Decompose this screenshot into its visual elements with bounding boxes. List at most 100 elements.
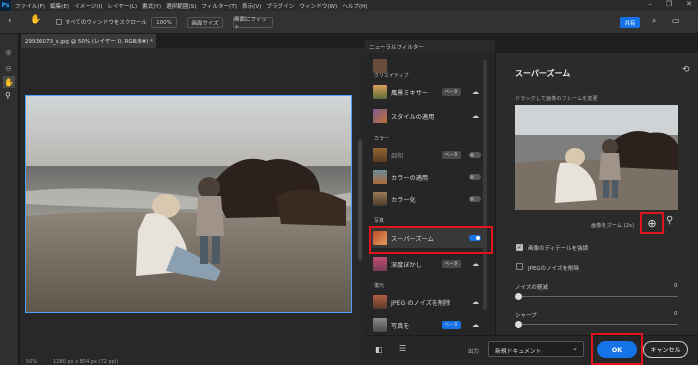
beta-badge: ベータ	[441, 260, 461, 268]
reset-icon[interactable]: ⟲	[682, 65, 690, 75]
options-bar: ‹ ✋ すべてのウィンドウをスクロール 100% 画面サイズ 画面にフィット 共…	[0, 11, 698, 34]
menu-plugins[interactable]: プラグイン	[266, 2, 294, 10]
neural-filters-tab[interactable]: ニューラルフィルター	[365, 40, 495, 53]
sharpen-value: 0	[674, 311, 678, 317]
minimize-icon[interactable]: –	[648, 0, 652, 8]
layers-icon[interactable]: ☰	[399, 344, 406, 353]
filter-item-color-transfer[interactable]: カラーの適用	[369, 167, 487, 187]
cloud-download-icon[interactable]: ☁	[472, 260, 479, 268]
filter-toggle[interactable]	[469, 174, 481, 180]
noise-slider-handle[interactable]	[515, 293, 522, 300]
hand-tool-icon[interactable]: ✋	[3, 76, 15, 88]
sharpen-slider-track[interactable]	[518, 324, 678, 325]
filter-label: スタイルの適用	[391, 113, 435, 121]
zoom-out-tool-icon[interactable]: ⊖	[5, 64, 12, 73]
zoom-100-button[interactable]: 100%	[151, 17, 177, 28]
filter-thumb	[373, 85, 387, 99]
cancel-button[interactable]: キャンセル	[643, 341, 688, 358]
canvas-scrollbar[interactable]	[358, 140, 362, 260]
sharpen-slider-handle[interactable]	[515, 321, 522, 328]
menu-help[interactable]: ヘルプ(H)	[342, 2, 367, 10]
filter-item-photo-restoration[interactable]: 写真を ベータ ☁	[369, 315, 487, 335]
menu-layer[interactable]: レイヤー(L)	[107, 2, 137, 10]
menu-file[interactable]: ファイル(F)	[15, 2, 45, 10]
neural-filters-footer: ◧ ☰ 出力 新規ドキュメント ⌄ OK キャンセル	[365, 333, 698, 365]
enhance-detail-checkbox[interactable]: ✓	[516, 244, 523, 251]
close-icon[interactable]: ✕	[686, 0, 692, 8]
category-restore: 復元	[374, 283, 385, 289]
menu-image[interactable]: イメージ(I)	[74, 2, 102, 10]
beta-badge: ベータ	[441, 151, 461, 159]
beach-photo	[26, 96, 351, 312]
filter-label: カラー化	[391, 196, 416, 204]
output-select[interactable]: 新規ドキュメント ⌄	[488, 341, 584, 357]
filter-item-style-transfer[interactable]: スタイルの適用 ☁	[369, 106, 487, 126]
neural-filters-title: ニューラルフィルター	[369, 44, 424, 51]
maximize-icon[interactable]: ❐	[666, 0, 672, 8]
highlight-super-zoom	[369, 226, 493, 254]
noise-slider-track[interactable]	[518, 296, 678, 297]
filter-item-harmonization[interactable]: 調和 ベータ	[369, 145, 487, 165]
preview-photo	[515, 105, 678, 210]
filter-label: JPEG のノイズを削除	[391, 299, 451, 307]
output-label: 出力	[468, 349, 480, 355]
hand-tool-icon[interactable]: ✋	[30, 15, 41, 25]
noise-value: 0	[674, 283, 678, 289]
menu-edit[interactable]: 編集(E)	[50, 2, 69, 10]
remove-jpeg-checkbox[interactable]	[516, 263, 523, 270]
noise-label: ノイズの軽減	[515, 285, 548, 291]
panel-title: スーパーズーム	[515, 69, 571, 78]
filter-toggle[interactable]	[469, 152, 481, 158]
filter-thumb	[373, 109, 387, 123]
fit-screen-button[interactable]: 画面サイズ	[187, 17, 223, 28]
menu-type[interactable]: 書式(Y)	[142, 2, 161, 10]
menu-view[interactable]: 表示(V)	[242, 2, 261, 10]
scroll-all-checkbox[interactable]	[56, 19, 62, 25]
filter-thumb	[373, 59, 387, 73]
status-zoom[interactable]: 50%	[26, 359, 37, 365]
share-button[interactable]: 共有	[620, 17, 640, 28]
filter-thumb	[373, 170, 387, 184]
menu-select[interactable]: 選択範囲(S)	[166, 2, 196, 10]
document-tab[interactable]: 29936073_s.jpg @ 50% (レイヤー 0, RGB/8#) *	[21, 34, 156, 48]
filter-label: カラーの適用	[391, 174, 429, 182]
document-tab-title: 29936073_s.jpg @ 50% (レイヤー 0, RGB/8#) *	[25, 39, 154, 45]
filter-settings-panel: スーパーズーム ⟲ ドラッグして画像のフレームを変更 画像をズーム (2x) ⊕…	[495, 53, 698, 335]
filter-item-depth-blur[interactable]: 深度ぼかし ベータ ☁	[369, 254, 487, 274]
filter-thumb	[373, 148, 387, 162]
remove-jpeg-label: JPEGのノイズを削除	[528, 266, 580, 272]
menu-window[interactable]: ウィンドウ(W)	[299, 2, 337, 10]
filter-list-scrollbar[interactable]	[483, 60, 487, 310]
menu-bar: Ps ファイル(F) 編集(E) イメージ(I) レイヤー(L) 書式(Y) 選…	[0, 0, 698, 11]
workspace-icon[interactable]: ▭	[672, 16, 680, 25]
menu-filter[interactable]: フィルター(T)	[201, 2, 237, 10]
filter-item-jpeg-artifacts[interactable]: JPEG のノイズを削除 ☁	[369, 292, 487, 312]
status-bar: 50% 1280 px x 854 px (72 ppi)	[20, 358, 365, 365]
filter-label: 調和	[391, 152, 404, 160]
filter-thumb	[373, 295, 387, 309]
sharpen-label: シャープ	[515, 313, 537, 319]
filter-label: 風景ミキサー	[391, 89, 429, 97]
back-icon[interactable]: ‹	[8, 16, 12, 26]
filter-toggle[interactable]	[469, 196, 481, 202]
fill-screen-button[interactable]: 画面にフィット	[233, 17, 273, 31]
search-icon[interactable]: ⌕	[652, 16, 656, 26]
filter-list-panel: クリエイティブ 風景ミキサー ベータ ☁ スタイルの適用 ☁ カラー 調和 ベー…	[365, 53, 495, 335]
cloud-download-icon[interactable]: ☁	[472, 298, 479, 306]
filter-thumb	[373, 257, 387, 271]
zoom-out-icon[interactable]: ⚲	[666, 215, 673, 226]
category-photo: 写真	[374, 218, 385, 224]
category-creative: クリエイティブ	[374, 73, 409, 79]
tools-panel: ⊕ ⊖ ✋ ⚲	[0, 34, 19, 365]
filter-item-colorize[interactable]: カラー化	[369, 189, 487, 209]
preview-toggle-icon[interactable]: ◧	[375, 345, 383, 354]
filter-thumb	[373, 192, 387, 206]
preview-image[interactable]	[515, 105, 678, 210]
document-image[interactable]	[25, 95, 352, 313]
cloud-download-icon[interactable]: ☁	[472, 321, 479, 329]
filter-item-landscape-mixer[interactable]: 風景ミキサー ベータ ☁	[369, 82, 487, 102]
cloud-download-icon[interactable]: ☁	[472, 88, 479, 96]
zoom-tool-icon[interactable]: ⚲	[5, 91, 11, 100]
cloud-download-icon[interactable]: ☁	[472, 112, 479, 120]
zoom-in-tool-icon[interactable]: ⊕	[5, 48, 12, 57]
